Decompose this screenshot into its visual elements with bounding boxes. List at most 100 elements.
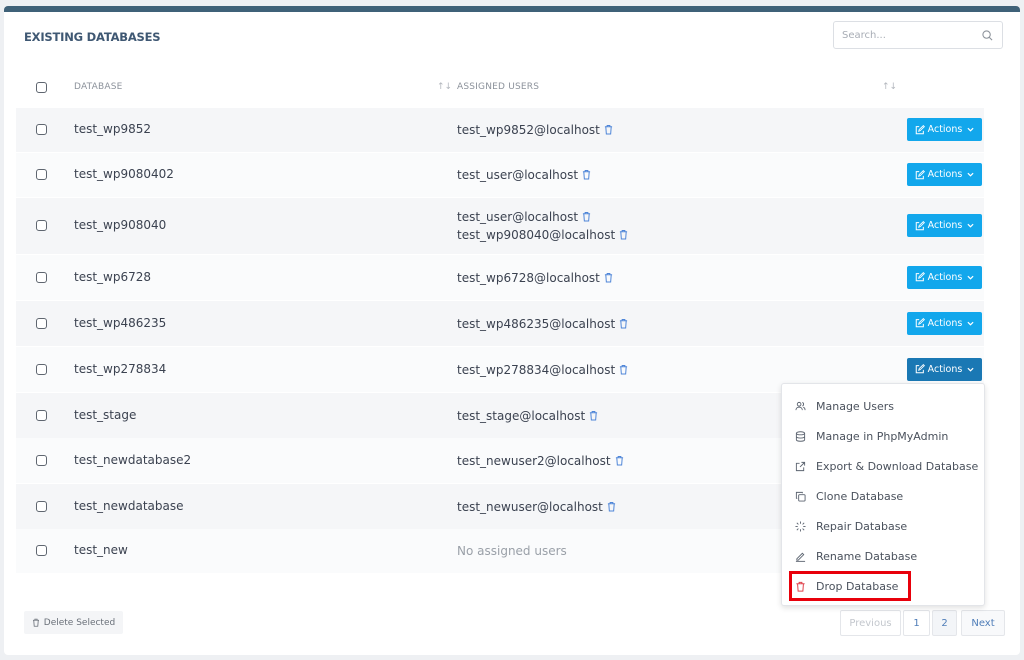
menu-item-rename-database[interactable]: Rename Database — [782, 541, 984, 571]
remove-user-icon[interactable] — [619, 364, 628, 375]
pagination-page-1[interactable]: 1 — [903, 610, 930, 636]
actions-label: Actions — [927, 124, 963, 135]
select-all-checkbox[interactable] — [36, 82, 47, 93]
table-row: test_wp908040 test_user@localhost test_wp9… — [16, 198, 984, 254]
pagination-page-2[interactable]: 2 — [932, 610, 957, 636]
delete-selected-button[interactable]: Delete Selected — [24, 611, 123, 634]
row-checkbox[interactable] — [36, 545, 47, 556]
assigned-user: test_wp9852@localhost — [457, 121, 613, 139]
database-name: test_newdatabase — [74, 498, 184, 513]
actions-button[interactable]: Actions — [907, 265, 982, 289]
database-name: test_newdatabase2 — [74, 452, 192, 467]
actions-button[interactable]: Actions — [907, 163, 982, 186]
assigned-users: test_stage@localhost — [457, 407, 598, 425]
remove-user-icon[interactable] — [589, 410, 598, 421]
sort-icon[interactable]: ↑↓ — [882, 82, 897, 92]
user-name: test_wp908040@localhost — [457, 228, 616, 242]
row-checkbox[interactable] — [36, 500, 47, 512]
database-name: test_wp908040 — [74, 218, 167, 232]
row-checkbox[interactable] — [36, 454, 47, 466]
row-checkbox[interactable] — [36, 409, 47, 421]
assigned-user: test_wp278834@localhost — [457, 361, 628, 379]
chevron-down-icon — [967, 321, 974, 326]
actions-button[interactable]: Actions — [907, 214, 982, 237]
edit-icon — [915, 364, 925, 374]
table-row: test_wp486235 test_wp486235@localhost Act… — [16, 301, 984, 346]
menu-item-label: Rename Database — [816, 549, 918, 563]
row-checkbox[interactable] — [36, 317, 47, 329]
actions-label: Actions — [927, 363, 963, 375]
actions-button[interactable]: Actions — [907, 311, 982, 335]
clone-icon — [795, 491, 806, 502]
row-checkbox[interactable] — [36, 271, 47, 283]
external-link-icon — [795, 461, 806, 471]
actions-button[interactable]: Actions — [907, 118, 982, 141]
chevron-down-icon — [967, 367, 974, 372]
menu-item-export-download[interactable]: Export & Download Database — [782, 451, 984, 481]
sort-icon[interactable]: ↑↓ — [437, 82, 452, 92]
remove-user-icon[interactable] — [619, 229, 628, 240]
database-name: test_wp9080402 — [74, 167, 174, 181]
user-name: test_wp9852@localhost — [457, 123, 600, 137]
edit-icon — [915, 124, 925, 134]
table-row: test_wp9852 test_wp9852@localhost Actions — [16, 108, 984, 152]
column-header-assigned-users[interactable]: ASSIGNED USERS — [457, 82, 539, 92]
menu-item-repair-database[interactable]: Repair Database — [782, 511, 984, 541]
assigned-users: test_wp278834@localhost — [457, 361, 628, 379]
database-name: test_wp486235 — [74, 315, 167, 330]
delete-selected-label: Delete Selected — [43, 617, 116, 628]
users-icon — [795, 401, 806, 410]
user-name: test_wp486235@localhost — [457, 316, 616, 331]
pagination-next[interactable]: Next — [961, 610, 1005, 636]
user-name: test_user@localhost — [457, 210, 579, 224]
assigned-users: test_wp9852@localhost — [457, 121, 613, 139]
database-name: test_wp9852 — [74, 122, 152, 136]
assigned-user: test_wp6728@localhost — [457, 269, 613, 287]
database-name: test_wp278834 — [74, 361, 167, 376]
loader-icon — [795, 520, 806, 532]
actions-button[interactable]: Actions — [907, 357, 982, 381]
search-box[interactable] — [833, 21, 1003, 49]
drop-database-highlight — [789, 571, 911, 601]
no-assigned-users: No assigned users — [457, 544, 567, 558]
row-checkbox[interactable] — [36, 124, 47, 135]
search-input[interactable] — [834, 22, 974, 48]
remove-user-icon[interactable] — [607, 501, 616, 512]
actions-label: Actions — [927, 220, 963, 231]
remove-user-icon[interactable] — [582, 211, 591, 222]
remove-user-icon[interactable] — [619, 318, 628, 329]
user-name: test_newuser2@localhost — [457, 453, 611, 468]
remove-user-icon[interactable] — [582, 169, 591, 180]
assigned-users: test_newuser@localhost — [457, 498, 616, 516]
row-checkbox[interactable] — [36, 169, 47, 180]
menu-item-manage-phpmyadmin[interactable]: Manage in PhpMyAdmin — [782, 421, 984, 451]
user-name: test_stage@localhost — [457, 408, 586, 423]
assigned-user: test_newuser@localhost — [457, 498, 616, 516]
row-checkbox[interactable] — [36, 220, 47, 231]
row-checkbox[interactable] — [36, 363, 47, 375]
database-name: test_wp6728 — [74, 269, 152, 284]
user-name: test_newuser@localhost — [457, 499, 603, 514]
menu-item-label: Clone Database — [816, 489, 904, 503]
chevron-down-icon — [967, 275, 974, 280]
assigned-users: test_wp6728@localhost — [457, 269, 613, 287]
assigned-user: test_stage@localhost — [457, 407, 598, 425]
remove-user-icon[interactable] — [604, 272, 613, 283]
table-header: DATABASE ↑↓ ASSIGNED USERS ↑↓ — [16, 74, 984, 102]
assigned-user: test_user@localhost — [457, 208, 628, 226]
remove-user-icon[interactable] — [615, 455, 624, 466]
assigned-users: test_user@localhost test_wp908040@localho… — [457, 208, 628, 244]
menu-item-manage-users[interactable]: Manage Users — [782, 391, 984, 421]
table-row: test_wp6728 test_wp6728@localhost Actions — [16, 255, 984, 300]
search-icon[interactable] — [982, 30, 993, 41]
assigned-user: test_newuser2@localhost — [457, 452, 624, 470]
pagination-previous[interactable]: Previous — [840, 610, 901, 636]
assigned-users: test_wp486235@localhost — [457, 315, 628, 333]
menu-item-clone-database[interactable]: Clone Database — [782, 481, 984, 511]
remove-user-icon[interactable] — [604, 124, 613, 135]
assigned-user: test_user@localhost — [457, 166, 591, 184]
database-name: test_stage — [74, 407, 137, 422]
actions-label: Actions — [927, 271, 963, 283]
column-header-database[interactable]: DATABASE — [74, 82, 123, 92]
table-row: test_wp9080402 test_user@localhost Action… — [16, 153, 984, 197]
